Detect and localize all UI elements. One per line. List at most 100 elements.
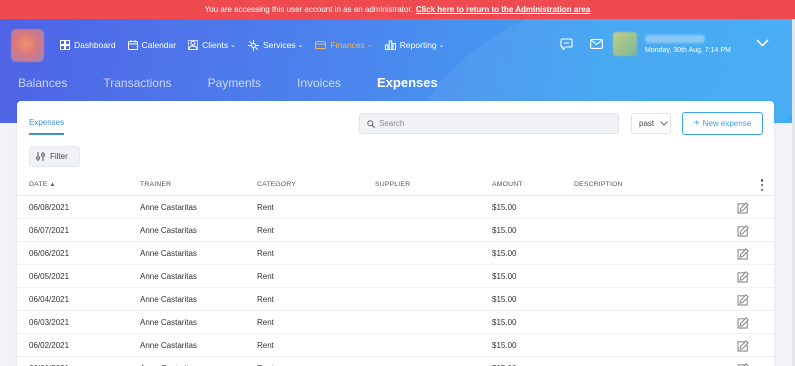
search-input[interactable]	[379, 119, 599, 128]
user-info[interactable]: Monday, 30th Aug, 7:14 PM	[645, 34, 731, 54]
column-header-trainer[interactable]: TRAINER	[140, 181, 171, 188]
cell-date: 06/07/2021	[29, 226, 70, 235]
cell-trainer: Anne Castaritas	[140, 272, 197, 281]
chevron-down-icon	[660, 121, 668, 126]
chevron-down-icon: ⌄	[438, 42, 445, 49]
cell-amount: $15.00	[492, 203, 517, 212]
cell-trainer: Anne Castaritas	[140, 226, 197, 235]
edit-icon[interactable]	[737, 339, 749, 357]
plus-icon: +	[693, 118, 700, 129]
tab-balances[interactable]: Balances	[18, 76, 67, 90]
edit-icon[interactable]	[737, 247, 749, 265]
search-box[interactable]	[359, 113, 619, 134]
column-header-date[interactable]: DATE ▲	[29, 181, 56, 188]
cell-date: 06/03/2021	[29, 318, 70, 327]
cell-amount: $15.00	[492, 318, 517, 327]
expand-menu-button[interactable]	[756, 34, 769, 52]
cell-trainer: Anne Castaritas	[140, 249, 197, 258]
cell-amount: $15.00	[492, 226, 517, 235]
tab-expenses[interactable]: Expenses	[377, 75, 438, 90]
table-row[interactable]: 06/02/2021 Anne Castaritas Rent $15.00	[17, 334, 774, 357]
nav-clients[interactable]: Clients ⌄	[188, 40, 236, 50]
chevron-down-icon: ⌄	[366, 42, 373, 49]
current-date: Monday, 30th Aug, 7:14 PM	[645, 46, 731, 54]
column-header-description[interactable]: DESCRIPTION	[574, 181, 623, 188]
cell-date: 06/06/2021	[29, 249, 70, 258]
calendar-icon	[127, 40, 138, 50]
cell-trainer: Anne Castaritas	[140, 341, 197, 350]
period-select[interactable]: past	[631, 113, 671, 134]
table-header: DATE ▲ TRAINER CATEGORY SUPPLIER AMOUNT …	[17, 176, 774, 196]
expenses-card: Expenses past + New expense Filter DATE …	[17, 101, 774, 366]
cell-date: 06/05/2021	[29, 272, 70, 281]
expenses-tab[interactable]: Expenses	[29, 118, 65, 135]
edit-icon[interactable]	[737, 293, 749, 311]
table-row[interactable]: 06/07/2021 Anne Castaritas Rent $15.00	[17, 219, 774, 242]
table-row[interactable]: 06/08/2021 Anne Castaritas Rent $15.00	[17, 196, 774, 219]
cell-category: Rent	[257, 203, 274, 212]
main-nav: Dashboard Calendar Clients ⌄ Services ⌄ …	[60, 35, 457, 55]
sort-asc-icon: ▲	[49, 182, 56, 188]
column-header-amount[interactable]: AMOUNT	[492, 181, 523, 188]
cell-trainer: Anne Castaritas	[140, 203, 197, 212]
table-body: 06/08/2021 Anne Castaritas Rent $15.00 06/07…	[17, 196, 774, 366]
cell-category: Rent	[257, 318, 274, 327]
cell-category: Rent	[257, 341, 274, 350]
filter-button[interactable]: Filter	[29, 146, 80, 167]
filter-icon	[36, 152, 45, 161]
admin-banner-message: You are accessing this user account in a…	[204, 5, 413, 14]
nav-dashboard[interactable]: Dashboard	[60, 40, 116, 50]
nav-clients-label: Clients	[202, 40, 229, 50]
cell-category: Rent	[257, 249, 274, 258]
table-row[interactable]: 06/01/2021Anne CastaritasRent$15.00	[17, 357, 774, 366]
return-to-admin-link[interactable]: Click here to return to the Administrati…	[416, 5, 590, 14]
tab-payments[interactable]: Payments	[208, 76, 261, 90]
nav-finances-label: Finances	[330, 40, 365, 50]
nav-calendar-label: Calendar	[141, 40, 177, 50]
nav-finances[interactable]: Finances ⌄	[315, 40, 373, 50]
nav-services[interactable]: Services ⌄	[247, 39, 304, 51]
finance-subnav: Balances Transactions Payments Invoices …	[18, 75, 474, 90]
chat-icon[interactable]	[560, 38, 573, 50]
mail-icon[interactable]	[590, 39, 603, 49]
tab-transactions[interactable]: Transactions	[103, 76, 171, 90]
nav-reporting-label: Reporting	[399, 40, 437, 50]
edit-icon[interactable]	[737, 201, 749, 219]
cell-date: 06/04/2021	[29, 295, 70, 304]
nav-dashboard-label: Dashboard	[74, 40, 116, 50]
cell-amount: $15.00	[492, 272, 517, 281]
user-area: Monday, 30th Aug, 7:14 PM	[560, 31, 731, 57]
edit-icon[interactable]	[737, 270, 749, 288]
new-expense-button[interactable]: + New expense	[682, 112, 763, 135]
cell-amount: $15.00	[492, 249, 517, 258]
cell-category: Rent	[257, 295, 274, 304]
table-row[interactable]: 06/06/2021 Anne Castaritas Rent $15.00	[17, 242, 774, 265]
tab-invoices[interactable]: Invoices	[297, 76, 341, 90]
services-icon	[247, 39, 259, 51]
company-logo[interactable]	[11, 29, 44, 62]
chevron-down-icon	[756, 39, 769, 47]
finances-icon	[315, 41, 327, 49]
chevron-down-icon: ⌄	[297, 42, 304, 49]
cell-trainer: Anne Castaritas	[140, 295, 197, 304]
nav-calendar[interactable]: Calendar	[127, 40, 177, 50]
nav-reporting[interactable]: Reporting ⌄	[384, 40, 445, 50]
cell-trainer: Anne Castaritas	[140, 318, 197, 327]
expenses-table: DATE ▲ TRAINER CATEGORY SUPPLIER AMOUNT …	[17, 176, 774, 366]
cell-category: Rent	[257, 272, 274, 281]
admin-banner: You are accessing this user account in a…	[0, 0, 795, 19]
column-header-supplier[interactable]: SUPPLIER	[375, 181, 410, 188]
nav-services-label: Services	[262, 40, 296, 50]
new-expense-label: New expense	[702, 119, 752, 128]
more-options-icon[interactable]	[758, 179, 766, 191]
avatar[interactable]	[613, 32, 637, 56]
table-row[interactable]: 06/05/2021 Anne Castaritas Rent $15.00	[17, 265, 774, 288]
edit-icon[interactable]	[737, 316, 749, 334]
table-row[interactable]: 06/03/2021 Anne Castaritas Rent $15.00	[17, 311, 774, 334]
table-row[interactable]: 06/04/2021 Anne Castaritas Rent $15.00	[17, 288, 774, 311]
cell-amount: $15.00	[492, 341, 517, 350]
edit-icon[interactable]	[737, 224, 749, 242]
dashboard-icon	[60, 40, 70, 50]
edit-icon[interactable]	[737, 362, 749, 366]
column-header-category[interactable]: CATEGORY	[257, 181, 296, 188]
